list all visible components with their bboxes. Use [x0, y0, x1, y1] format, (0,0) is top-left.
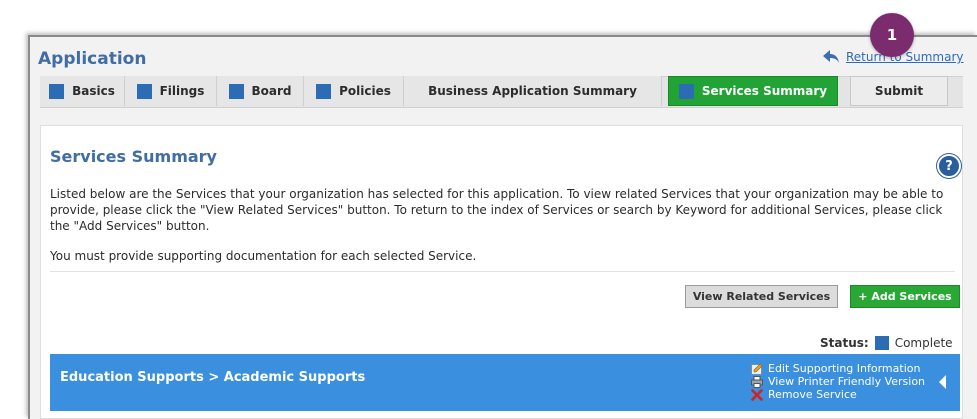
edit-supporting-information-link[interactable]: Edit Supporting Information [751, 362, 925, 375]
help-icon[interactable]: ? [937, 154, 961, 178]
tab-label: Business Application Summary [428, 84, 637, 98]
tab-label: Filings [159, 84, 205, 98]
remove-service-link[interactable]: Remove Service [751, 388, 925, 401]
square-icon [136, 83, 152, 99]
divider [50, 271, 955, 272]
tab-label: Submit [874, 84, 924, 98]
tab-basics[interactable]: Basics [40, 76, 125, 106]
tab-label: Board [251, 84, 292, 98]
view-related-services-button[interactable]: View Related Services [685, 285, 838, 308]
complete-square-icon [874, 336, 889, 350]
tab-business-application-summary[interactable]: Business Application Summary [404, 76, 662, 106]
back-arrow-icon [823, 50, 839, 63]
tab-label: Policies [339, 84, 391, 98]
status-value: Complete [894, 336, 953, 350]
documentation-note: You must provide supporting documentatio… [50, 249, 477, 263]
action-label: Edit Supporting Information [768, 362, 921, 375]
service-path[interactable]: Education Supports > Academic Supports [60, 370, 365, 385]
tab-services-summary[interactable]: Services Summary [668, 76, 838, 106]
status-indicator: Status: Complete [820, 335, 953, 351]
square-icon [678, 83, 694, 99]
printer-icon [751, 375, 763, 388]
square-icon [228, 83, 244, 99]
section-title: Services Summary [50, 147, 217, 166]
tab-filings[interactable]: Filings [125, 76, 217, 106]
edit-icon [751, 363, 763, 375]
tab-label: Basics [72, 84, 115, 98]
action-label: View Printer Friendly Version [768, 375, 926, 388]
collapse-caret-icon[interactable] [939, 375, 946, 389]
tab-board[interactable]: Board [217, 76, 304, 106]
tab-submit[interactable]: Submit [850, 76, 948, 106]
tab-policies[interactable]: Policies [304, 76, 404, 106]
add-services-button[interactable]: + Add Services [850, 285, 960, 308]
action-label: Remove Service [768, 388, 857, 401]
square-icon [316, 83, 332, 99]
service-actions: Edit Supporting Information View Printer… [751, 362, 925, 401]
application-title: Application [38, 49, 147, 69]
view-printer-friendly-link[interactable]: View Printer Friendly Version [751, 375, 925, 388]
step-number-badge: 1 [870, 13, 914, 57]
instructions-text: Listed below are the Services that your … [50, 187, 944, 233]
tab-label: Services Summary [701, 84, 828, 98]
square-icon [49, 83, 65, 99]
status-label: Status: [820, 336, 869, 350]
remove-icon [751, 388, 763, 401]
